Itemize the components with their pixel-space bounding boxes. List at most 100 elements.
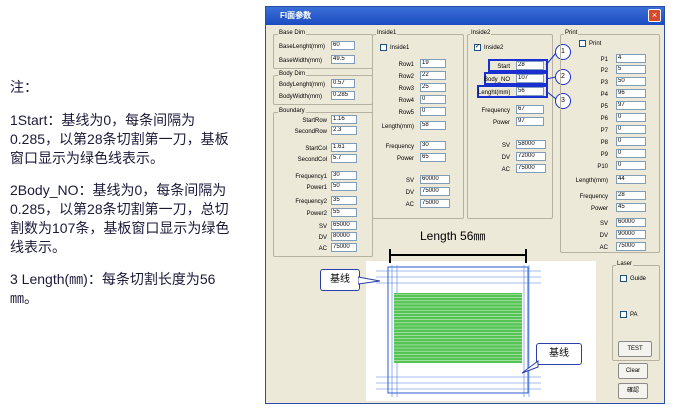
row5-input[interactable]: 0: [420, 107, 446, 116]
inside2-dv-label: DV: [501, 155, 510, 161]
inside2-power-label: Power: [492, 120, 510, 126]
inside1-sv-label: SV: [405, 178, 414, 184]
guide-checkbox[interactable]: [620, 275, 627, 282]
inside2-start-input[interactable]: 28: [516, 61, 544, 70]
second-row-input[interactable]: 2.3: [331, 126, 357, 135]
base-width-input[interactable]: 49.5: [331, 55, 355, 64]
inside1-dv-label: DV: [405, 190, 414, 196]
print-p1-input[interactable]: 4: [616, 54, 646, 63]
test-button[interactable]: TEST: [618, 341, 652, 357]
inside2-sv-input[interactable]: 58000: [516, 140, 546, 149]
inside2-body-no-label: Body_NO: [484, 77, 511, 83]
print-p8-input[interactable]: 0: [616, 137, 646, 146]
print-power-label: Power: [590, 206, 608, 212]
print-ac-input[interactable]: 75000: [616, 242, 646, 251]
boundary-sv-input[interactable]: 65000: [331, 221, 357, 230]
base-length-input[interactable]: 60: [331, 41, 355, 50]
frequency2-input[interactable]: 35: [331, 196, 357, 205]
boundary-ac-label: AC: [318, 246, 327, 252]
parameter-dialog: FI面参数 × Base Dim BaseLenght(mm) 60 BaseW…: [265, 6, 665, 404]
start-row-input[interactable]: 1.16: [331, 115, 357, 124]
boundary-label: Boundary: [278, 108, 306, 115]
inside2-start-label: Start: [497, 64, 510, 70]
print-p10-label: P10: [597, 164, 608, 170]
body-width-label: BodyWidth(mm): [279, 94, 323, 100]
dialog-titlebar: FI面参数: [266, 7, 664, 25]
print-p5-input[interactable]: 97: [616, 101, 646, 110]
inside1-sv-input[interactable]: 60000: [420, 175, 450, 184]
inside1-frequency-input[interactable]: 30: [420, 141, 446, 150]
inside2-ac-input[interactable]: 75000: [516, 164, 546, 173]
inside2-dv-input[interactable]: 72000: [516, 152, 546, 161]
base-length-label: BaseLenght(mm): [279, 44, 326, 50]
inside1-power-label: Power: [396, 156, 414, 162]
row2-label: Row2: [398, 74, 414, 80]
print-p4-label: P4: [600, 92, 608, 98]
print-p7-input[interactable]: 0: [616, 125, 646, 134]
close-button[interactable]: ×: [648, 9, 661, 22]
row2-input[interactable]: 22: [420, 71, 446, 80]
print-p9-input[interactable]: 0: [616, 149, 646, 158]
inside2-frequency-label: Frequency: [481, 108, 510, 114]
baseline-top-arrow: [358, 276, 381, 285]
power1-input[interactable]: 50: [331, 182, 357, 191]
print-frequency-input[interactable]: 28: [616, 191, 646, 200]
print-length-mm-input[interactable]: 44: [616, 175, 646, 184]
second-row-label: SecondRow: [294, 129, 327, 135]
confirm-button[interactable]: 確認: [618, 383, 648, 399]
second-col-input[interactable]: 5.7: [331, 154, 357, 163]
boundary-dv-input[interactable]: 80000: [331, 232, 357, 241]
inside2-body-no-input[interactable]: 107: [516, 74, 544, 83]
inside2-frequency-input[interactable]: 67: [516, 105, 544, 114]
body-length-input[interactable]: 0.57: [331, 79, 355, 88]
inside2-ac-label: AC: [501, 167, 510, 173]
inside1-ac-input[interactable]: 75000: [420, 199, 450, 208]
boundary-ac-input[interactable]: 75000: [331, 243, 357, 252]
print-checkbox[interactable]: [579, 40, 586, 47]
inside2-power-input[interactable]: 97: [516, 117, 544, 126]
marker-1-connector: [545, 52, 557, 66]
print-p4-input[interactable]: 96: [616, 89, 646, 98]
print-p10-input[interactable]: 0: [616, 161, 646, 170]
start-col-input[interactable]: 1.61: [331, 143, 357, 152]
print-p1-label: P1: [600, 57, 608, 63]
pa-checkbox[interactable]: [620, 311, 627, 318]
body-width-input[interactable]: 0.285: [331, 91, 355, 100]
print-dv-input[interactable]: 90000: [616, 230, 646, 239]
print-p6-input[interactable]: 0: [616, 113, 646, 122]
base-width-label: BaseWidth(mm): [279, 58, 323, 64]
row4-input[interactable]: 0: [420, 95, 446, 104]
row1-input[interactable]: 19: [420, 59, 446, 68]
print-p8-label: P8: [600, 140, 608, 146]
boundary-sv-label: SV: [318, 224, 327, 230]
print-ac-label: AC: [599, 245, 608, 251]
inside1-length-input[interactable]: 58: [420, 121, 446, 130]
marker-2-connector: [545, 76, 557, 80]
inside1-dv-input[interactable]: 75000: [420, 187, 450, 196]
print-sv-input[interactable]: 60000: [616, 218, 646, 227]
power2-input[interactable]: 55: [331, 208, 357, 217]
print-power-input[interactable]: 45: [616, 203, 646, 212]
frequency1-input[interactable]: 30: [331, 171, 357, 180]
marker-3-connector: [545, 90, 557, 100]
inside1-checkbox[interactable]: [380, 44, 387, 51]
print-frequency-label: Frequency: [579, 194, 608, 200]
inside2-length-input[interactable]: 56: [516, 87, 544, 96]
inside2-checkbox[interactable]: ✓: [474, 44, 481, 51]
laser-label: Laser: [616, 261, 634, 268]
print-p2-input[interactable]: 5: [616, 65, 646, 74]
substrate-preview: [366, 261, 596, 401]
print-p2-label: P2: [600, 68, 608, 74]
row3-label: Row3: [398, 86, 414, 92]
baseline-callout-bottom: 基线: [536, 343, 582, 365]
print-p3-input[interactable]: 50: [616, 77, 646, 86]
body-dim-label: Body Dim: [278, 71, 307, 78]
length-dimension: [389, 249, 527, 263]
inside1-length-label: Length(mm): [381, 124, 414, 130]
print-sv-label: SV: [599, 221, 608, 227]
inside1-power-input[interactable]: 65: [420, 153, 446, 162]
row3-input[interactable]: 25: [420, 83, 446, 92]
pa-label: PA: [630, 312, 638, 318]
clear-button[interactable]: Clear: [618, 363, 648, 379]
print-length-mm-label: Length(mm): [575, 178, 608, 184]
